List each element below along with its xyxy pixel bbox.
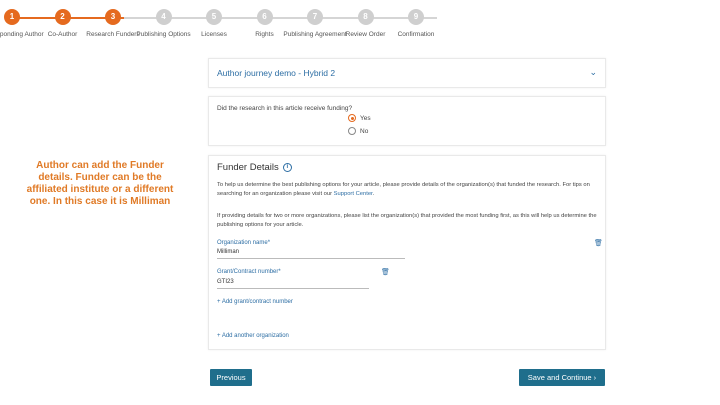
funder-details-panel: Funder Details i To help us determine th… — [208, 155, 606, 350]
add-organization-link[interactable]: + Add another organization — [217, 333, 289, 339]
period: . — [372, 190, 375, 197]
funder-instructions: To help us determine the best publishing… — [217, 181, 601, 198]
funding-question-panel: Did the research in this article receive… — [208, 96, 606, 146]
step-9: 9 Confirmation — [381, 9, 451, 39]
annotation-callout: Author can add the Funder details. Funde… — [26, 160, 174, 207]
progress-stepper: 1Corresponding Author2Co-Author3Research… — [0, 9, 460, 51]
grant-number-label: Grant/Contract number* — [217, 269, 281, 275]
support-center-link[interactable]: Support Center — [334, 191, 373, 197]
grant-number-input[interactable]: GTI23 — [217, 279, 234, 285]
journey-panel[interactable]: Author journey demo - Hybrid 2 ⌄ — [208, 58, 606, 88]
remove-grant-icon[interactable]: 🗑 — [381, 268, 390, 276]
step-circle: 2 — [54, 9, 71, 25]
info-icon[interactable]: i — [282, 163, 292, 172]
journey-title: Author journey demo - Hybrid 2 — [217, 68, 336, 78]
previous-button[interactable]: Previous — [210, 369, 252, 386]
step-circle: 8 — [357, 9, 374, 25]
organization-name-underline — [217, 258, 405, 259]
step-circle: 9 — [408, 9, 424, 25]
radio-yes-control[interactable] — [348, 114, 356, 122]
step-circle: 1 — [4, 9, 20, 25]
organization-name-input[interactable]: Milliman — [217, 249, 239, 255]
radio-no-control[interactable] — [348, 127, 356, 135]
radio-no-label: No — [360, 127, 369, 135]
add-grant-link[interactable]: + Add grant/contract number — [217, 299, 293, 305]
step-circle: 6 — [256, 9, 273, 25]
funding-question: Did the research in this article receive… — [217, 105, 353, 112]
funder-details-title: Funder Details i — [217, 162, 292, 173]
step-circle: 4 — [155, 9, 172, 25]
grant-number-underline — [217, 288, 369, 289]
radio-no[interactable]: No — [348, 127, 368, 135]
save-and-continue-button[interactable]: Save and Continue › — [519, 369, 605, 386]
funder-multi-org-note: If providing details for two or more org… — [217, 213, 597, 228]
chevron-down-icon[interactable]: ⌄ — [589, 67, 597, 78]
step-circle: 3 — [105, 9, 121, 25]
step-circle: 7 — [307, 9, 323, 25]
funder-details-heading: Funder Details — [217, 162, 279, 173]
step-circle: 5 — [206, 9, 222, 25]
radio-yes-label: Yes — [360, 114, 371, 122]
organization-name-label: Organization name* — [217, 240, 271, 246]
radio-yes[interactable]: Yes — [348, 114, 371, 122]
remove-organization-icon[interactable]: 🗑 — [594, 239, 603, 247]
step-label: Confirmation — [397, 31, 435, 38]
funder-instructions-text: To help us determine the best publishing… — [217, 182, 590, 197]
